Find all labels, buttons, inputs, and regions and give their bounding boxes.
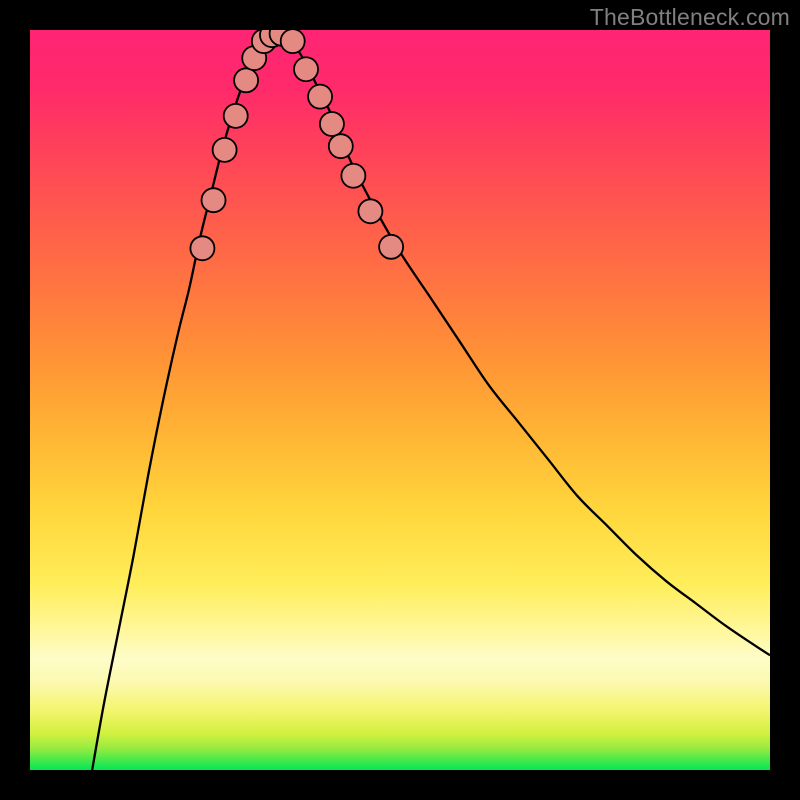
data-marker [341,164,365,188]
marker-layer [190,30,403,260]
data-marker [213,138,237,162]
data-marker [202,188,226,212]
watermark-label: TheBottleneck.com [590,4,790,31]
data-marker [329,134,353,158]
chart-frame: TheBottleneck.com [0,0,800,800]
curve-left-curve [92,37,267,770]
curve-layer [92,37,770,770]
data-marker [379,235,403,259]
data-marker [234,68,258,92]
data-marker [224,104,248,128]
data-marker [358,199,382,223]
data-marker [308,85,332,109]
data-marker [190,236,214,260]
curve-right-curve [289,37,770,655]
data-marker [281,30,305,53]
plot-area [30,30,770,770]
chart-svg [30,30,770,770]
data-marker [320,112,344,136]
data-marker [294,57,318,81]
